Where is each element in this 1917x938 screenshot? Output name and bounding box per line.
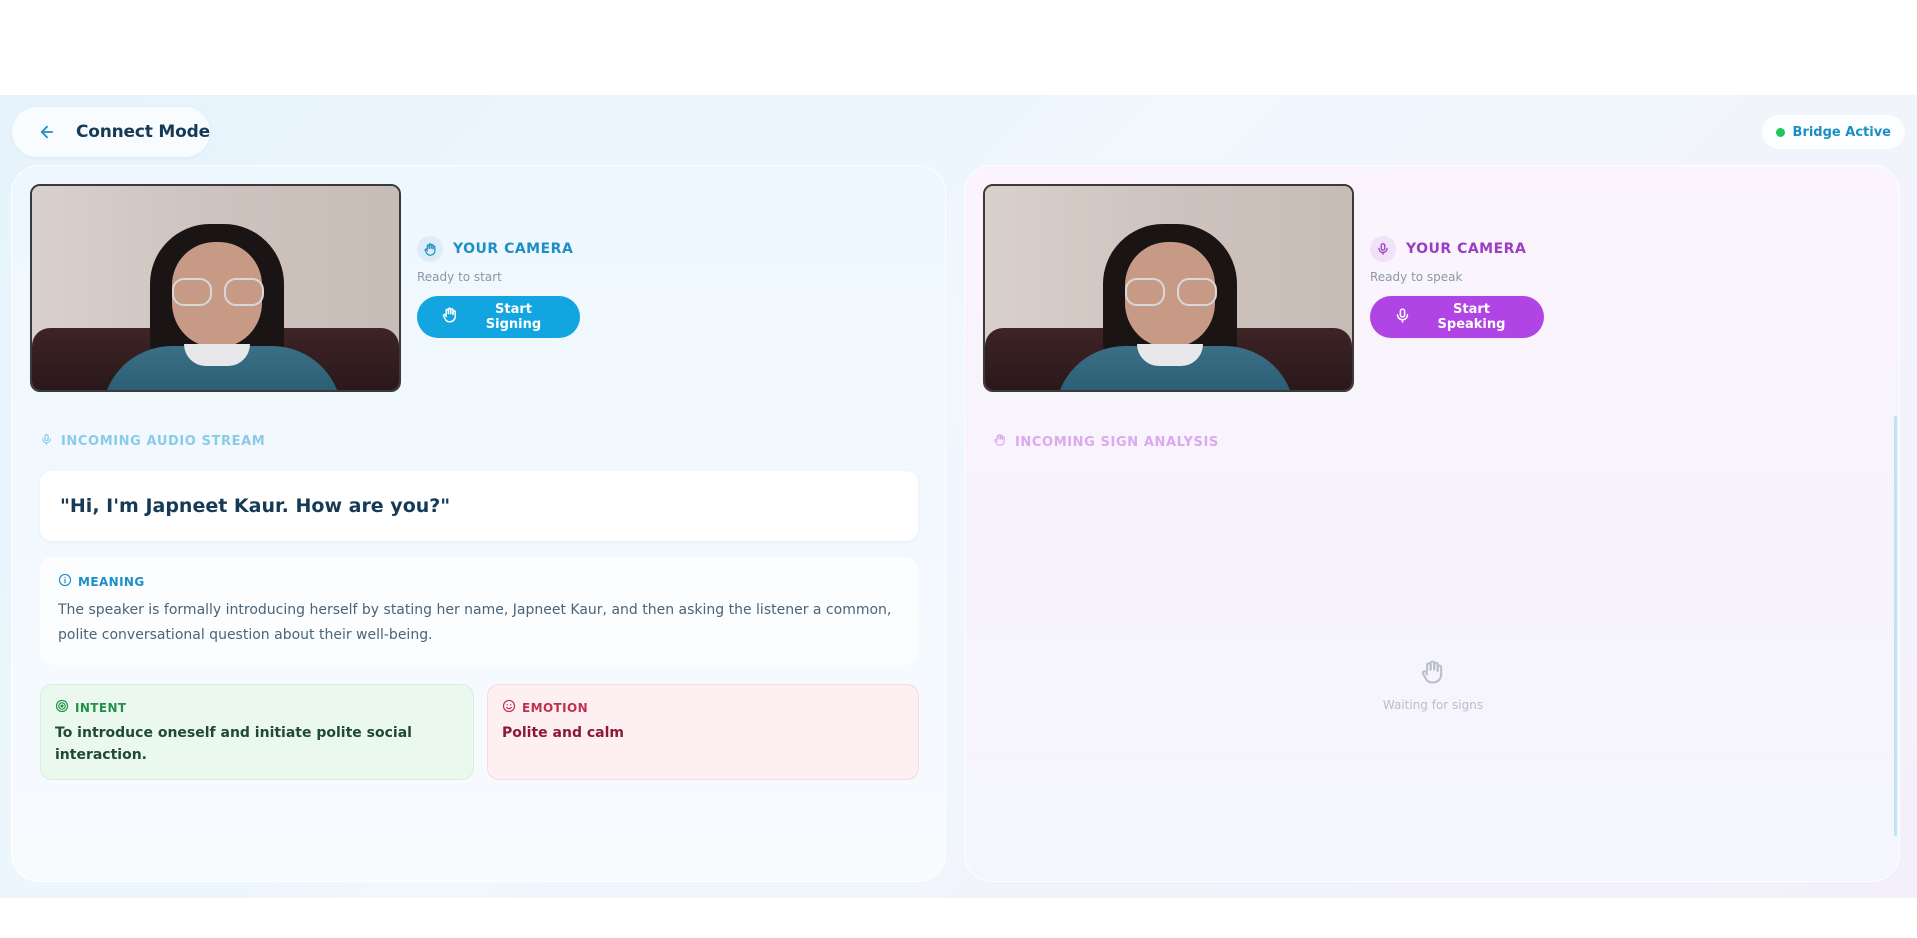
camera-preview bbox=[30, 184, 401, 392]
start-speaking-button[interactable]: Start Speaking bbox=[1370, 296, 1544, 338]
camera-label: YOUR CAMERA bbox=[1406, 241, 1527, 257]
start-signing-label: Start Signing bbox=[485, 302, 542, 332]
bridge-status-label: Bridge Active bbox=[1792, 124, 1891, 140]
bridge-status-badge: Bridge Active bbox=[1761, 115, 1905, 149]
meaning-text: The speaker is formally introducing hers… bbox=[58, 602, 892, 643]
meaning-label: MEANING bbox=[78, 574, 145, 589]
emotion-label: EMOTION bbox=[522, 700, 589, 715]
connect-mode-app: Connect Mode Bridge Active YOUR CAMERA R… bbox=[0, 95, 1917, 898]
incoming-audio-stream-label: INCOMING AUDIO STREAM bbox=[40, 433, 265, 450]
hand-icon bbox=[1419, 658, 1447, 690]
camera-controls: YOUR CAMERA Ready to start Start Signing bbox=[417, 236, 580, 338]
stream-label-text: INCOMING AUDIO STREAM bbox=[61, 434, 266, 449]
stream-label-text: INCOMING SIGN ANALYSIS bbox=[1015, 434, 1219, 450]
waiting-text: Waiting for signs bbox=[1382, 698, 1484, 712]
camera-label: YOUR CAMERA bbox=[453, 241, 574, 257]
transcript-quote: "Hi, I'm Japneet Kaur. How are you?" bbox=[40, 471, 918, 541]
back-arrow-icon[interactable] bbox=[36, 121, 58, 143]
camera-controls: YOUR CAMERA Ready to speak Start Speakin… bbox=[1370, 236, 1544, 338]
hand-icon bbox=[441, 306, 459, 328]
smile-icon bbox=[502, 699, 516, 716]
intent-label: INTENT bbox=[75, 700, 127, 715]
hand-icon bbox=[993, 433, 1007, 451]
status-dot-icon bbox=[1775, 127, 1785, 137]
camera-preview bbox=[983, 184, 1354, 392]
page-title: Connect Mode bbox=[76, 122, 210, 142]
emotion-text: Polite and calm bbox=[502, 725, 624, 741]
header-bar: Connect Mode bbox=[12, 107, 210, 157]
scrollbar[interactable] bbox=[1894, 416, 1897, 836]
emotion-card: EMOTION Polite and calm bbox=[487, 684, 919, 780]
signer-panel: YOUR CAMERA Ready to start Start Signing… bbox=[11, 165, 946, 882]
camera-status: Ready to speak bbox=[1370, 270, 1463, 284]
microphone-icon bbox=[1370, 236, 1396, 262]
camera-status: Ready to start bbox=[417, 270, 502, 284]
start-speaking-label: Start Speaking bbox=[1437, 302, 1506, 332]
info-icon bbox=[58, 573, 72, 590]
intent-text: To introduce oneself and initiate polite… bbox=[55, 725, 412, 763]
microphone-icon bbox=[1394, 307, 1411, 328]
hand-icon bbox=[417, 236, 443, 262]
start-signing-button[interactable]: Start Signing bbox=[417, 296, 580, 338]
intent-card: INTENT To introduce oneself and initiate… bbox=[40, 684, 474, 780]
speaker-panel: YOUR CAMERA Ready to speak Start Speakin… bbox=[964, 165, 1900, 882]
meaning-card: MEANING The speaker is formally introduc… bbox=[40, 557, 918, 665]
microphone-icon bbox=[40, 433, 53, 450]
incoming-sign-analysis-label: INCOMING SIGN ANALYSIS bbox=[993, 433, 1219, 451]
empty-state: Waiting for signs bbox=[965, 658, 1901, 712]
target-icon bbox=[55, 699, 69, 716]
